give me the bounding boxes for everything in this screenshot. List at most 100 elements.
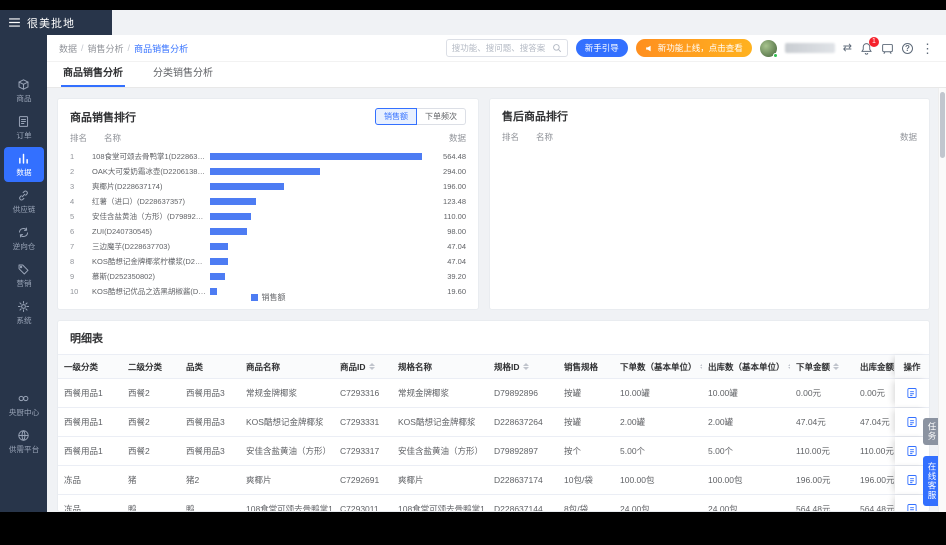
rank-row: 3 爽椰片(D228637174) 196.00 — [70, 179, 466, 194]
table-row: 冻品 鸭 鸭 108食堂可颂去骨鸭掌1 C7293011 108食堂可颂去骨鸭掌1 D228… — [58, 495, 929, 512]
breadcrumb-item[interactable]: 数据 — [59, 42, 77, 55]
column-header-label: 下单金额 — [796, 361, 831, 372]
table-cell: 10包/袋 — [564, 475, 593, 485]
sidebar-item-商品[interactable]: 商品 — [4, 73, 44, 108]
table-cell: 100.00包 — [620, 475, 655, 485]
chart-legend: 销售额 — [58, 292, 478, 303]
menu-toggle-icon[interactable] — [9, 18, 20, 27]
aftersales-ranking-title: 售后商品排行 — [502, 111, 568, 123]
detail-table-body: 西餐用品1 西餐2 西餐用品3 常规金牌椰浆 C7293316 常规金牌椰浆 D798928… — [58, 379, 929, 512]
detail-report-icon — [907, 388, 917, 398]
table-cell: 爽椰片 — [398, 475, 424, 485]
value-col-header: 数据 — [448, 133, 466, 143]
rank-product-name: 爽椰片(D228637174) — [92, 182, 163, 191]
promo-text: 新功能上线，点击查看 — [657, 43, 743, 53]
page-scrollbar[interactable] — [938, 88, 946, 512]
message-icon[interactable] — [881, 42, 894, 55]
service-tab[interactable]: 在线客服 — [923, 456, 938, 506]
column-header-二级分类: 二级分类 — [122, 361, 180, 373]
rank-number: 1 — [70, 152, 75, 161]
avatar[interactable] — [759, 39, 778, 58]
sidebar-item-供需平台[interactable]: 供需平台 — [4, 424, 44, 459]
column-header-label: 销售规格 — [564, 361, 599, 372]
column-header-下单金额[interactable]: 下单金额 — [790, 361, 854, 373]
rank-bar — [210, 213, 422, 220]
column-header-label: 规格ID — [494, 361, 520, 372]
aftersales-ranking-card: 售后商品排行 排名 名称 数据 — [489, 98, 930, 310]
rank-bar — [210, 258, 422, 265]
table-cell: KOS酷想记金牌椰浆 — [246, 417, 324, 427]
task-tab[interactable]: 任务 — [923, 418, 938, 445]
column-header-品类: 品类 — [180, 361, 240, 373]
logo-bar: 很美批地 — [0, 10, 112, 35]
rank-number: 2 — [70, 167, 75, 176]
table-cell: C7293011 — [340, 504, 379, 512]
more-menu-icon[interactable]: ⋮ — [921, 42, 934, 55]
tab-商品销售分析[interactable]: 商品销售分析 — [61, 64, 125, 87]
sort-icon[interactable] — [522, 363, 529, 370]
table-cell: D228637174 — [494, 475, 543, 485]
value-col-header: 数据 — [899, 132, 917, 142]
rank-toggle-下单频次[interactable]: 下单频次 — [417, 108, 466, 125]
breadcrumb-current: 商品销售分析 — [134, 43, 189, 54]
rank-product-name: 红薯（进口）(D228637357) — [92, 197, 185, 206]
table-cell: C7293316 — [340, 388, 380, 398]
sidebar-item-订单[interactable]: 订单 — [4, 110, 44, 145]
column-header-规格ID[interactable]: 规格ID — [488, 361, 558, 373]
search-input[interactable]: 搜功能、搜问题、搜答案 — [445, 39, 568, 57]
sidebar-item-label: 营销 — [15, 279, 32, 288]
table-cell: 西餐2 — [128, 388, 150, 398]
tab-分类销售分析[interactable]: 分类销售分析 — [151, 64, 215, 87]
switch-account-icon[interactable]: ⇄ — [843, 42, 852, 54]
column-header-销售规格: 销售规格 — [558, 361, 614, 373]
table-cell: 47.04元 — [796, 417, 826, 427]
rank-toggle-销售额[interactable]: 销售额 — [375, 108, 417, 125]
rank-bar-chart: 1 108食堂可颂去骨鸭掌1(D228637144) 564.48 2 OAK大可爱奶霜… — [70, 149, 466, 299]
platform-icon — [17, 429, 30, 442]
sales-ranking-card: 商品销售排行 销售额 下单频次 排名 名称 数据 1 108食堂可颂去骨鸭掌1(D2… — [57, 98, 479, 310]
column-header-出库数（基本单位）[interactable]: 出库数（基本单位） — [702, 361, 790, 373]
sidebar-item-逆向仓[interactable]: 逆向仓 — [4, 221, 44, 256]
sidebar-item-供应链[interactable]: 供应链 — [4, 184, 44, 219]
table-cell: 564.48元 — [796, 504, 831, 512]
rank-value: 47.04 — [447, 257, 466, 266]
name-col-header: 名称 — [536, 132, 554, 142]
promo-banner[interactable]: 新功能上线，点击查看 — [635, 39, 752, 57]
username-blurred — [784, 43, 835, 53]
column-header-操作: 操作 — [895, 355, 929, 378]
sidebar-item-营销[interactable]: 营销 — [4, 258, 44, 293]
sidebar-item-数据[interactable]: 数据 — [3, 147, 44, 182]
notifications-button[interactable]: 1 — [860, 36, 879, 55]
detail-table-header: 一级分类 二级分类 品类 商品名称 商品ID 规格名称 规格ID 销售规格 下单数（基本单位） 出… — [58, 354, 929, 379]
rank-product-name: OAK大可爱奶霜冰壶(D220613891) — [92, 167, 209, 176]
table-cell: 猪 — [128, 475, 137, 485]
scrollbar-thumb[interactable] — [940, 92, 945, 158]
row-detail-button[interactable] — [895, 379, 929, 407]
rank-col-header: 排名 — [502, 132, 520, 142]
detail-table-title: 明细表 — [70, 333, 103, 345]
breadcrumb-item[interactable]: 销售分析 — [88, 42, 124, 55]
table-cell: 爽椰片 — [246, 475, 272, 485]
column-header-商品ID[interactable]: 商品ID — [334, 361, 392, 373]
sort-icon[interactable] — [368, 363, 375, 370]
column-header-出库金额[interactable]: 出库金额 — [854, 361, 894, 373]
table-cell: 2.00罐 — [620, 417, 646, 427]
kitchen-icon — [17, 392, 30, 405]
table-cell: KOS酷想记金牌椰浆 — [398, 417, 476, 427]
sidebar-item-央厨中心[interactable]: 央厨中心 — [4, 387, 44, 422]
sidebar-item-label: 数据 — [15, 168, 32, 177]
guide-button[interactable]: 新手引导 — [575, 39, 628, 57]
sort-icon[interactable] — [833, 363, 840, 370]
rank-row: 6 ZUI(D240730545) 98.00 — [70, 224, 466, 239]
column-header-下单数（基本单位）[interactable]: 下单数（基本单位） — [614, 361, 702, 373]
help-icon[interactable]: ? — [902, 42, 913, 54]
rank-col-header: 排名 — [70, 133, 88, 143]
table-cell: 108食堂可颂去骨鸭掌1 — [246, 504, 333, 512]
rank-number: 9 — [70, 272, 75, 281]
sidebar-item-系统[interactable]: 系统 — [4, 295, 44, 330]
table-cell: 564.48元 — [860, 504, 894, 512]
column-header-商品名称: 商品名称 — [240, 361, 334, 373]
search-icon[interactable] — [552, 43, 562, 53]
table-cell: D228637144 — [494, 504, 543, 512]
detail-report-icon — [907, 475, 917, 485]
